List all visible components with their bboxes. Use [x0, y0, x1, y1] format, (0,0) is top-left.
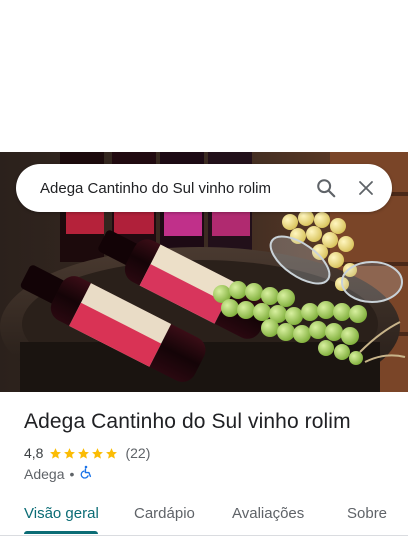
rating-value: 4,8 [24, 445, 44, 461]
separator-dot: • [69, 465, 75, 482]
tab-reviews[interactable]: Avaliações [232, 505, 304, 522]
star-icon [50, 447, 62, 459]
place-title: Adega Cantinho do Sul vinho rolim [24, 410, 351, 433]
category-row: Adega • [24, 465, 93, 482]
tabs-divider [0, 535, 408, 536]
star-icon [92, 447, 104, 459]
map-blank-area [0, 0, 408, 152]
rating-row[interactable]: 4,8 (22) [24, 445, 150, 461]
tab-overview[interactable]: Visão geral [24, 505, 99, 522]
star-rating [49, 447, 119, 460]
search-icon[interactable] [306, 164, 346, 212]
search-bar[interactable]: Adega Cantinho do Sul vinho rolim [16, 164, 392, 212]
tab-menu[interactable]: Cardápio [134, 505, 195, 522]
place-category: Adega [24, 465, 65, 482]
tab-about[interactable]: Sobre [347, 505, 387, 522]
place-info-panel: Adega Cantinho do Sul vinho rolim 4,8 (2… [0, 392, 408, 544]
wheelchair-icon [79, 465, 93, 482]
star-icon [106, 447, 118, 459]
reviews-count[interactable]: (22) [125, 445, 150, 461]
active-tab-indicator [24, 531, 98, 534]
search-input[interactable]: Adega Cantinho do Sul vinho rolim [16, 180, 306, 197]
star-icon [78, 447, 90, 459]
star-icon [64, 447, 76, 459]
close-icon[interactable] [346, 164, 386, 212]
